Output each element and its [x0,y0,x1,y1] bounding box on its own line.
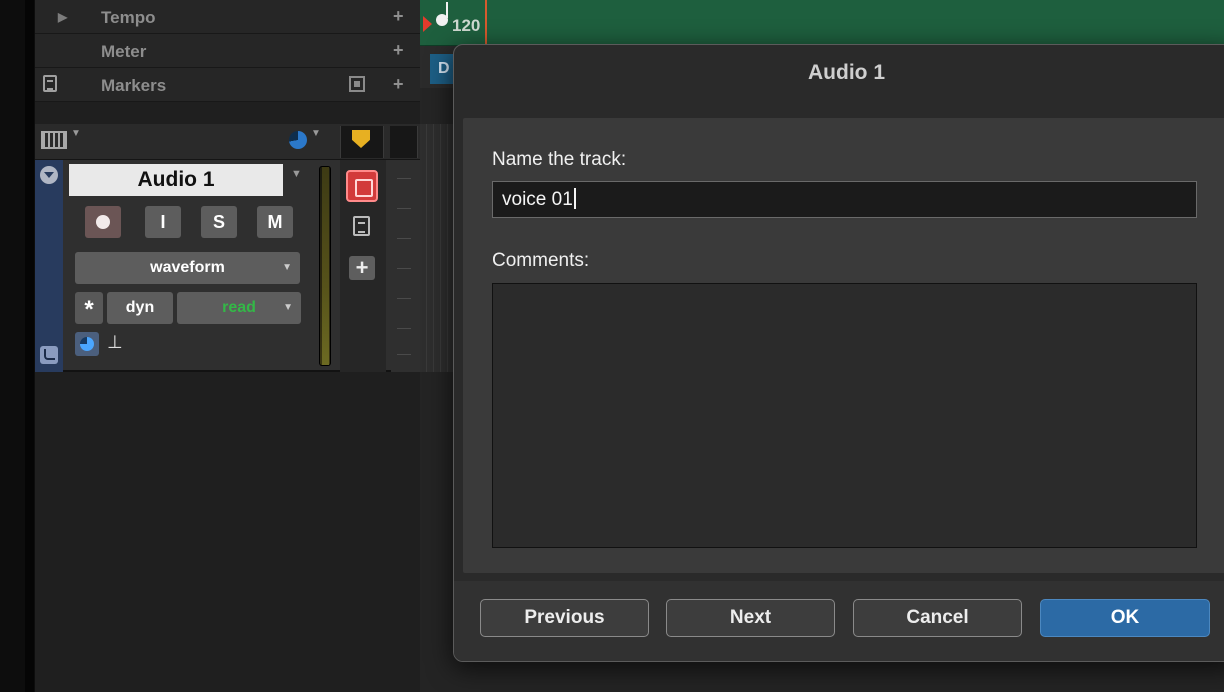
add-meter-button[interactable]: + [393,40,404,61]
track-select-bar[interactable] [35,160,63,372]
comment-icon[interactable] [353,216,370,236]
playlist-icon[interactable] [40,346,58,364]
markers-ruler-label: Markers [101,76,167,95]
left-edge-strip [0,0,35,692]
tempo-marker-icon[interactable] [423,16,432,32]
automation-mode-selector[interactable]: read ▼ [177,292,301,324]
comments-textarea[interactable] [492,283,1197,548]
fader-icon: ⊥ [107,332,123,352]
track-name-dialog: Audio 1 Name the track: voice 01 Comment… [453,44,1224,662]
cancel-button[interactable]: Cancel [853,599,1022,637]
automation-mode-label: read [222,299,256,316]
dropdown-arrow-icon[interactable]: ▼ [311,128,321,139]
ruler-row-tempo: ▶ Tempo + [35,0,420,34]
track-view-label: waveform [150,259,225,276]
next-button[interactable]: Next [666,599,835,637]
dialog-title: Audio 1 [808,61,885,84]
track-menu-arrow-icon[interactable]: ▼ [291,168,302,180]
track-name-field[interactable]: Audio 1 [69,164,283,196]
header-cell [390,126,418,158]
previous-button[interactable]: Previous [480,599,649,637]
tempo-value: 120 [452,16,481,35]
disclosure-triangle-icon[interactable] [40,166,58,184]
playhead-cursor[interactable] [485,0,487,46]
track-view-selector[interactable]: waveform ▼ [75,252,300,284]
marker-column [340,126,384,158]
track-name-input[interactable]: voice 01 [492,181,1197,218]
level-meter [319,166,331,366]
tick-column [391,160,420,372]
dropdown-arrow-icon: ▼ [282,262,292,273]
plus-icon[interactable]: + [349,256,375,280]
add-tempo-button[interactable]: + [393,6,404,27]
ok-button[interactable]: OK [1040,599,1210,637]
view-square-icon[interactable] [349,76,365,92]
track-name-value: voice 01 [502,189,573,210]
track-audio-1: Audio 1 ▼ I S M waveform ▼ * dyn read ▼ … [35,160,420,372]
timebase-button[interactable]: * [75,292,103,324]
text-caret [573,188,576,209]
ruler-row-markers: Markers + [35,68,420,102]
meter-ruler-label: Meter [101,42,147,61]
pan-icon[interactable] [75,332,99,356]
ruler-row-meter: Meter + [35,34,420,68]
name-label: Name the track: [492,149,627,170]
add-marker-button[interactable]: + [393,74,404,95]
pan-icon[interactable] [289,131,307,149]
expand-triangle-icon[interactable]: ▶ [58,10,67,24]
column-view-icon[interactable] [41,131,67,149]
record-enable-button[interactable] [85,206,121,238]
marker-shield-icon[interactable] [352,130,370,148]
quarter-note-icon [436,2,448,26]
dyn-button[interactable]: dyn [107,292,173,324]
track-header-row: ▼ ▼ [35,124,420,160]
dropdown-arrow-icon[interactable]: ▼ [71,128,81,139]
comment-icon [43,75,57,92]
edge-bar [25,0,34,692]
mute-button[interactable]: M [257,206,293,238]
comments-label: Comments: [492,250,590,271]
dropdown-arrow-icon: ▼ [283,302,293,313]
input-monitor-button[interactable]: I [145,206,181,238]
pro-tools-window: ▶ Tempo + Meter + Markers + ▼ ▼ Audio 1 … [0,0,1224,692]
tempo-lane[interactable]: 120 [420,0,1224,46]
record-icon[interactable] [346,170,378,202]
solo-button[interactable]: S [201,206,237,238]
tempo-ruler-label: Tempo [101,8,156,27]
